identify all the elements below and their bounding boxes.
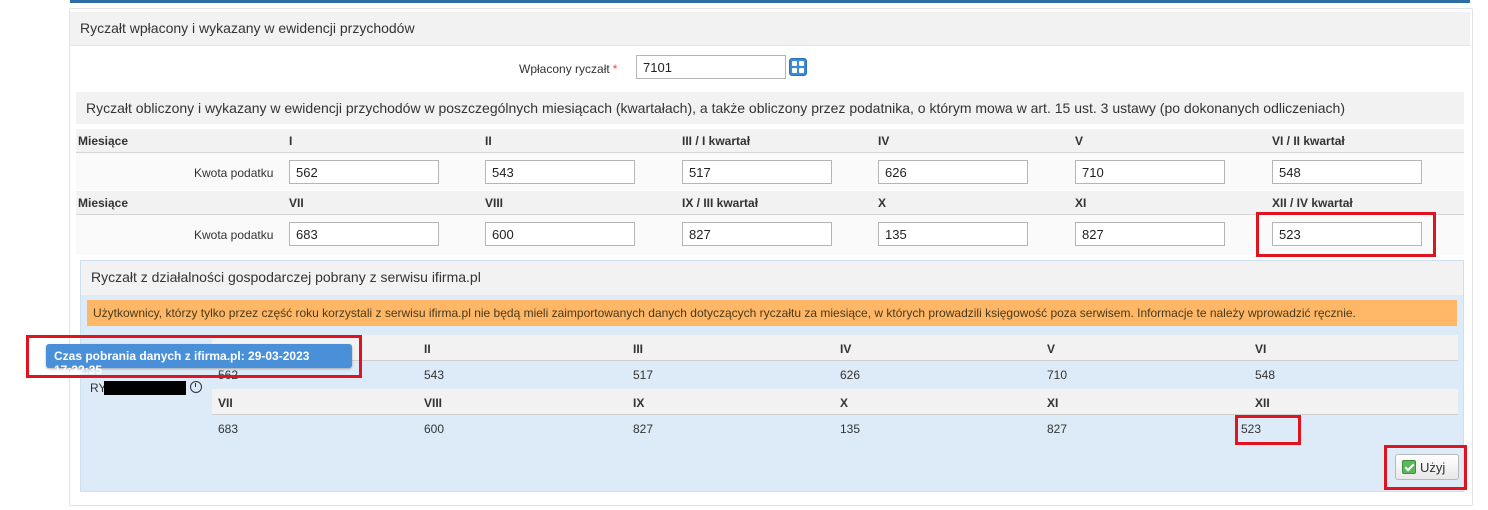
tax-input-viii[interactable]: [485, 222, 635, 246]
month-label: II: [485, 134, 492, 148]
months-header-label: Miesiące: [78, 196, 129, 210]
paid-label: Wpłacony ryczałt: [519, 62, 610, 76]
download-time-tooltip: Czas pobrania danych z ifirma.pl: 29-03-…: [46, 344, 352, 377]
month-label: V: [1075, 134, 1084, 148]
required-mark: *: [612, 62, 618, 76]
months-header-label: Miesiące: [78, 134, 129, 148]
import-months-header-2: [212, 389, 1458, 415]
import-month-label: VII: [218, 396, 233, 410]
import-section-title: Ryczałt z działalności gospodarczej pobr…: [81, 261, 1463, 295]
tax-input-xii[interactable]: [1272, 222, 1422, 246]
import-value: 548: [1255, 368, 1276, 382]
month-label: I: [289, 134, 293, 148]
months-header-row-2: [76, 191, 1464, 215]
tax-input-ii[interactable]: [485, 160, 635, 184]
import-value: 600: [424, 422, 445, 436]
month-label: XII / IV kwartał: [1272, 196, 1353, 210]
month-label: VIII: [485, 196, 504, 210]
import-value: 517: [633, 368, 654, 382]
tax-input-v[interactable]: [1075, 160, 1225, 184]
import-value: 626: [840, 368, 861, 382]
month-label: VII: [289, 196, 304, 210]
tax-input-x[interactable]: [878, 222, 1028, 246]
import-value: 827: [1047, 422, 1068, 436]
redacted-text: [104, 381, 186, 395]
tax-input-ix[interactable]: [682, 222, 832, 246]
tax-input-vi[interactable]: [1272, 160, 1422, 184]
month-label: X: [878, 196, 887, 210]
tax-input-vii[interactable]: [289, 222, 439, 246]
import-value: 827: [633, 422, 654, 436]
import-value: 683: [218, 422, 239, 436]
import-month-label: VI: [1255, 342, 1267, 356]
import-month-label: III: [633, 342, 644, 356]
tax-amount-label: Kwota podatku: [194, 166, 274, 180]
import-value: 135: [840, 422, 861, 436]
import-warning-alert: Użytkownicy, którzy tylko przez część ro…: [87, 300, 1457, 326]
month-label: IV: [878, 134, 890, 148]
import-value: 543: [424, 368, 445, 382]
top-accent-line: [70, 0, 1470, 3]
import-value: 562: [218, 368, 239, 382]
checkmark-icon: [1402, 460, 1416, 474]
month-label: XI: [1075, 196, 1087, 210]
import-month-label: V: [1047, 342, 1056, 356]
import-month-label: IX: [633, 396, 645, 410]
paid-flat-rate-input[interactable]: [636, 55, 786, 79]
tax-amount-label: Kwota podatku: [194, 228, 274, 242]
import-value: 523: [1241, 422, 1262, 436]
import-month-label: VIII: [424, 396, 443, 410]
tax-input-xi[interactable]: [1075, 222, 1225, 246]
clock-icon[interactable]: [190, 381, 202, 393]
import-months-header-1: [212, 335, 1458, 361]
calculator-icon[interactable]: [789, 58, 807, 76]
import-month-label: X: [840, 396, 849, 410]
tax-input-iv[interactable]: [878, 160, 1028, 184]
month-label: VI / II kwartał: [1272, 134, 1345, 148]
tax-input-iii[interactable]: [682, 160, 832, 184]
paid-label-wrap: Wpłacony ryczałt *: [519, 62, 617, 76]
month-label: IX / III kwartał: [682, 196, 759, 210]
month-label: III / I kwartał: [682, 134, 751, 148]
import-month-label: II: [424, 342, 431, 356]
tax-input-i[interactable]: [289, 160, 439, 184]
paid-section-title: Ryczałt wpłacony i wykazany w ewidencji …: [70, 12, 1470, 46]
import-month-label: XII: [1255, 396, 1270, 410]
monthly-section-title: Ryczałt obliczony i wykazany w ewidencji…: [76, 92, 1464, 124]
import-value: 710: [1047, 368, 1068, 382]
import-month-label: XI: [1047, 396, 1059, 410]
import-month-label: IV: [840, 342, 852, 356]
months-header-row-1: [76, 129, 1464, 153]
